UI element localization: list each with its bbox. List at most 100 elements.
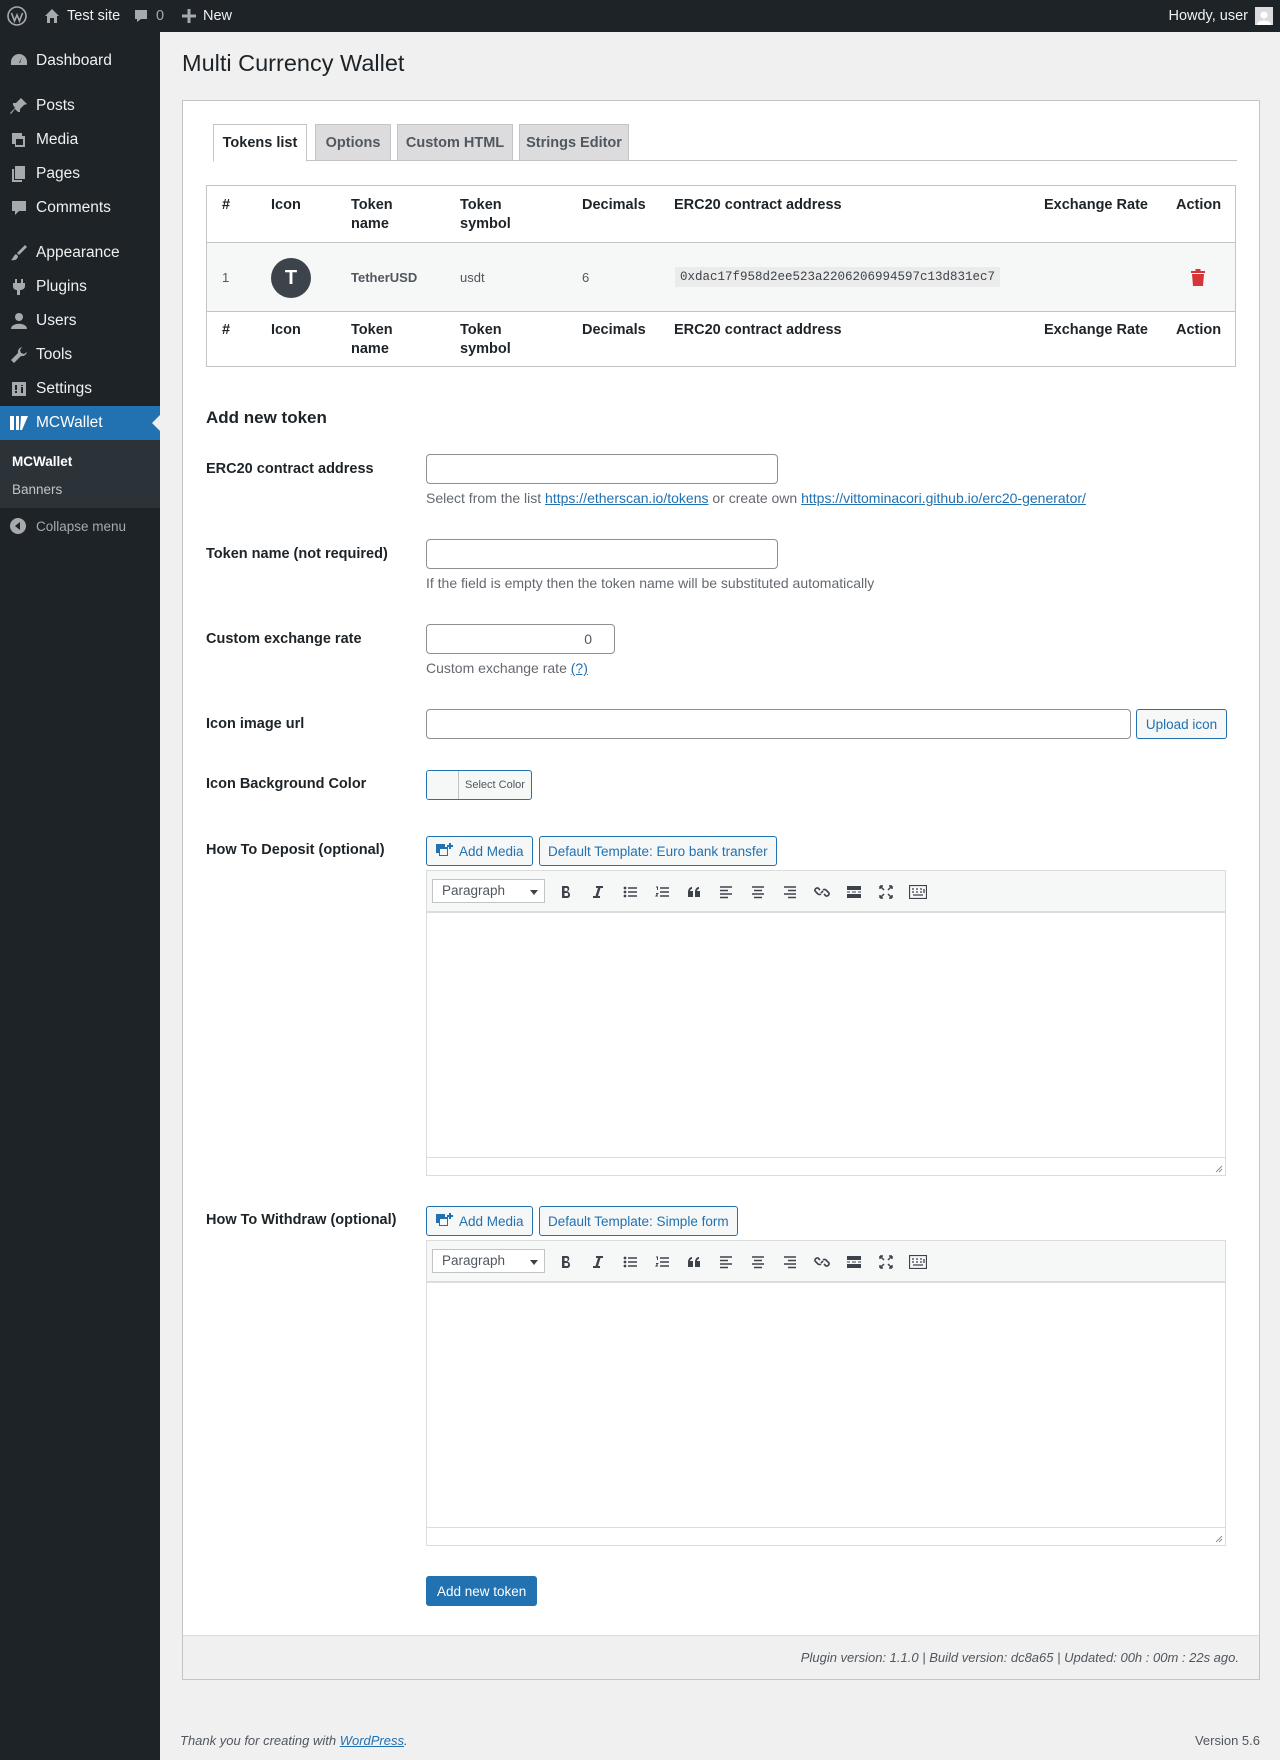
exchange-rate-input[interactable] bbox=[426, 624, 615, 654]
align-right-icon[interactable] bbox=[780, 882, 800, 902]
column-footer-address: ERC20 contract address bbox=[674, 322, 842, 338]
token-symbol: usdt bbox=[460, 270, 485, 285]
withdraw-editor-content[interactable] bbox=[427, 1283, 1225, 1499]
submenu-item-banners[interactable]: Banners bbox=[12, 482, 62, 497]
align-center-icon[interactable] bbox=[748, 882, 768, 902]
toolbar-toggle-icon[interactable] bbox=[908, 1252, 928, 1272]
withdraw-editor-toolbar: Paragraph bbox=[427, 1241, 1225, 1283]
exchange-rate-help-link[interactable]: (?) bbox=[571, 660, 588, 676]
column-footer-decimals: Decimals bbox=[582, 322, 646, 338]
bold-icon[interactable] bbox=[556, 1252, 576, 1272]
deposit-editor-content[interactable] bbox=[427, 913, 1225, 1129]
blockquote-icon[interactable] bbox=[684, 882, 704, 902]
icon-url-label: Icon image url bbox=[206, 716, 305, 732]
tab-strings-editor[interactable]: Strings Editor bbox=[519, 124, 629, 161]
sidebar-item-plugins[interactable]: Plugins bbox=[0, 270, 160, 304]
sidebar-item-users[interactable]: Users bbox=[0, 304, 160, 338]
sidebar-item-mcwallet[interactable]: MCWallet bbox=[0, 406, 160, 440]
select-color-button[interactable]: Select Color bbox=[426, 770, 532, 800]
bullet-list-icon[interactable] bbox=[620, 882, 640, 902]
bullet-list-icon[interactable] bbox=[620, 1252, 640, 1272]
sidebar-item-tools[interactable]: Tools bbox=[0, 338, 160, 372]
read-more-icon[interactable] bbox=[844, 1252, 864, 1272]
comments-link[interactable]: 0 bbox=[133, 0, 164, 32]
tokens-table: # Icon Token name Token symbol Decimals … bbox=[206, 185, 1236, 367]
fullscreen-icon[interactable] bbox=[876, 882, 896, 902]
align-center-icon[interactable] bbox=[748, 1252, 768, 1272]
sidebar-item-settings[interactable]: Settings bbox=[0, 372, 160, 406]
wrench-icon bbox=[0, 346, 36, 364]
submenu-item-mcwallet[interactable]: MCWallet bbox=[12, 454, 72, 469]
deposit-add-media-button[interactable]: Add Media bbox=[426, 836, 533, 866]
sidebar-item-dashboard[interactable]: Dashboard bbox=[0, 44, 160, 78]
table-row: 1 T TetherUSD usdt 6 0xdac17f958d2ee523a… bbox=[207, 242, 1235, 312]
collapse-icon bbox=[10, 518, 26, 534]
sidebar-item-pages[interactable]: Pages bbox=[0, 157, 160, 191]
deposit-template-button[interactable]: Default Template: Euro bank transfer bbox=[539, 836, 777, 866]
withdraw-label: How To Withdraw (optional) bbox=[206, 1212, 397, 1228]
sidebar-item-appearance[interactable]: Appearance bbox=[0, 236, 160, 270]
deposit-format-select[interactable]: Paragraph bbox=[432, 879, 545, 903]
sidebar-item-posts[interactable]: Posts bbox=[0, 89, 160, 123]
comment-icon bbox=[133, 8, 149, 24]
icon-bg-color-label: Icon Background Color bbox=[206, 776, 367, 792]
withdraw-template-button[interactable]: Default Template: Simple form bbox=[539, 1206, 738, 1236]
link-icon[interactable] bbox=[812, 882, 832, 902]
add-new-token-button[interactable]: Add new token bbox=[426, 1576, 538, 1606]
tab-custom-html[interactable]: Custom HTML bbox=[397, 124, 513, 161]
etherscan-link[interactable]: https://etherscan.io/tokens bbox=[545, 490, 708, 506]
erc20-address-input[interactable] bbox=[426, 454, 778, 484]
new-content-link[interactable]: New bbox=[182, 0, 232, 32]
toolbar-toggle-icon[interactable] bbox=[908, 882, 928, 902]
icon-url-input[interactable] bbox=[426, 709, 1131, 739]
align-left-icon[interactable] bbox=[716, 1252, 736, 1272]
admin-bar: Test site 0 New Howdy, user bbox=[0, 0, 1280, 32]
page-title: Multi Currency Wallet bbox=[182, 50, 405, 76]
token-name-input[interactable] bbox=[426, 539, 778, 569]
italic-icon[interactable] bbox=[588, 882, 608, 902]
fullscreen-icon[interactable] bbox=[876, 1252, 896, 1272]
add-media-icon bbox=[435, 843, 453, 859]
wordpress-logo-icon[interactable] bbox=[7, 0, 27, 32]
deposit-editor-statusbar bbox=[427, 1157, 1225, 1175]
resize-handle-icon[interactable] bbox=[1213, 1533, 1223, 1543]
deposit-editor-toolbar: Paragraph bbox=[427, 871, 1225, 913]
deposit-editor: Paragraph bbox=[426, 870, 1226, 1176]
numbered-list-icon[interactable] bbox=[652, 1252, 672, 1272]
align-right-icon[interactable] bbox=[780, 1252, 800, 1272]
token-address: 0xdac17f958d2ee523a2206206994597c13d831e… bbox=[675, 267, 1001, 287]
chevron-down-icon bbox=[530, 890, 538, 895]
blockquote-icon[interactable] bbox=[684, 1252, 704, 1272]
color-swatch bbox=[427, 771, 459, 799]
site-name-link[interactable]: Test site bbox=[44, 0, 120, 32]
withdraw-format-select[interactable]: Paragraph bbox=[432, 1249, 545, 1273]
withdraw-editor-statusbar bbox=[427, 1527, 1225, 1545]
sidebar-item-comments[interactable]: Comments bbox=[0, 191, 160, 225]
column-header-icon: Icon bbox=[271, 197, 301, 213]
column-header-token-name: Token name bbox=[351, 197, 393, 232]
resize-handle-icon[interactable] bbox=[1213, 1163, 1223, 1173]
align-left-icon[interactable] bbox=[716, 882, 736, 902]
plus-icon bbox=[182, 9, 196, 23]
plugin-version-info: Plugin version: 1.1.0 | Build version: d… bbox=[183, 1635, 1259, 1679]
erc20-generator-link[interactable]: https://vittominacori.github.io/erc20-ge… bbox=[801, 490, 1086, 506]
erc20-address-label: ERC20 contract address bbox=[206, 461, 374, 477]
link-icon[interactable] bbox=[812, 1252, 832, 1272]
column-footer-exchange-rate: Exchange Rate bbox=[1044, 322, 1148, 338]
mcwallet-icon bbox=[0, 414, 36, 432]
bold-icon[interactable] bbox=[556, 882, 576, 902]
my-account-link[interactable]: Howdy, user bbox=[1168, 0, 1273, 32]
avatar bbox=[1255, 7, 1273, 25]
column-footer-icon: Icon bbox=[271, 322, 301, 338]
sidebar-item-media[interactable]: Media bbox=[0, 123, 160, 157]
tab-options[interactable]: Options bbox=[315, 124, 391, 161]
tab-tokens-list[interactable]: Tokens list bbox=[213, 124, 307, 162]
numbered-list-icon[interactable] bbox=[652, 882, 672, 902]
delete-token-button[interactable] bbox=[1191, 269, 1205, 286]
withdraw-add-media-button[interactable]: Add Media bbox=[426, 1206, 533, 1236]
upload-icon-button[interactable]: Upload icon bbox=[1136, 709, 1227, 739]
collapse-menu-button[interactable]: Collapse menu bbox=[10, 518, 126, 534]
read-more-icon[interactable] bbox=[844, 882, 864, 902]
italic-icon[interactable] bbox=[588, 1252, 608, 1272]
wordpress-link[interactable]: WordPress bbox=[340, 1733, 404, 1748]
